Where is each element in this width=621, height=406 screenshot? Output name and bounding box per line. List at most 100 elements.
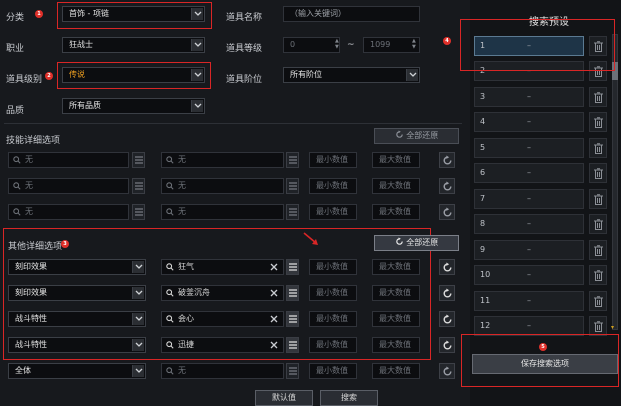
refresh-icon[interactable] (439, 285, 455, 301)
all-max-input[interactable]: 最大数值 (372, 363, 420, 379)
skill-3-min-input[interactable]: 最小数值 (309, 204, 357, 220)
quality-select[interactable]: 所有品质 (62, 98, 205, 114)
trash-icon[interactable] (589, 316, 607, 336)
other-3-min-input[interactable]: 最小数值 (309, 311, 357, 327)
trash-icon[interactable] (589, 214, 607, 234)
preset-row[interactable]: 10– (474, 265, 584, 285)
scroll-down-icon[interactable]: ▾ (611, 324, 614, 331)
dropdown-arrow-icon[interactable] (191, 100, 203, 112)
skill-2-option-input[interactable]: 无 (161, 178, 284, 194)
preset-row[interactable]: 8– (474, 214, 584, 234)
trash-icon[interactable] (589, 138, 607, 158)
skill-3-option-input[interactable]: 无 (161, 204, 284, 220)
skill-3-max-input[interactable]: 最大数值 (372, 204, 420, 220)
dropdown-arrow-icon[interactable] (132, 365, 144, 377)
search-icon (166, 156, 174, 164)
list-icon[interactable] (286, 337, 299, 353)
other-4-name-input[interactable]: 迅捷 (161, 337, 284, 353)
level-min-stepper-icon[interactable]: ▲ ▼ (335, 38, 339, 50)
list-icon[interactable] (132, 178, 145, 194)
all-type-select[interactable]: 全体 (8, 363, 146, 379)
job-select[interactable]: 狂战士 (62, 37, 205, 53)
other-3-max-input[interactable]: 最大数值 (372, 311, 420, 327)
clear-icon[interactable] (270, 263, 278, 271)
trash-icon[interactable] (589, 112, 607, 132)
other-3-type-select[interactable]: 战斗特性 (8, 311, 146, 327)
refresh-icon (395, 237, 403, 245)
refresh-icon[interactable] (439, 204, 455, 220)
skill-1-option-input[interactable]: 无 (161, 152, 284, 168)
preset-row[interactable]: 4– (474, 112, 584, 132)
preset-row[interactable]: 11– (474, 291, 584, 311)
dropdown-arrow-icon[interactable] (132, 339, 144, 351)
preset-row[interactable]: 3– (474, 87, 584, 107)
other-4-min-input[interactable]: 最小数值 (309, 337, 357, 353)
other-reset-all-button[interactable]: 全部还原 (374, 235, 459, 251)
skill-3-input[interactable]: 无 (8, 204, 129, 220)
skill-1-max-input[interactable]: 最大数值 (372, 152, 420, 168)
skill-1-min: 最小数值 (316, 155, 348, 164)
item-name-input[interactable]: （输入关键词） (283, 6, 420, 22)
all-name-input[interactable]: 无 (161, 363, 284, 379)
list-icon[interactable] (286, 152, 299, 168)
all-min-input[interactable]: 最小数值 (309, 363, 357, 379)
refresh-icon[interactable] (439, 259, 455, 275)
other-1-name-input[interactable]: 狂气 (161, 259, 284, 275)
clear-icon[interactable] (270, 289, 278, 297)
other-3-name-input[interactable]: 会心 (161, 311, 284, 327)
skill-1-min-input[interactable]: 最小数值 (309, 152, 357, 168)
refresh-icon[interactable] (439, 311, 455, 327)
trash-icon[interactable] (589, 265, 607, 285)
trash-icon[interactable] (589, 87, 607, 107)
other-2-name-input[interactable]: 破釜沉舟 (161, 285, 284, 301)
dropdown-arrow-icon[interactable] (406, 69, 418, 81)
defaults-button[interactable]: 默认值 (255, 390, 313, 406)
dropdown-arrow-icon[interactable] (132, 313, 144, 325)
dropdown-arrow-icon[interactable] (191, 39, 203, 51)
list-icon[interactable] (132, 152, 145, 168)
tier-select[interactable]: 所有阶位 (283, 67, 420, 83)
dropdown-arrow-icon[interactable] (132, 261, 144, 273)
list-icon[interactable] (286, 259, 299, 275)
trash-icon[interactable] (589, 240, 607, 260)
other-1-type-select[interactable]: 刻印效果 (8, 259, 146, 275)
list-icon[interactable] (286, 311, 299, 327)
refresh-icon[interactable] (439, 337, 455, 353)
skill-2-min-input[interactable]: 最小数值 (309, 178, 357, 194)
trash-icon[interactable] (589, 291, 607, 311)
preset-row[interactable]: 5– (474, 138, 584, 158)
skill-2-max-input[interactable]: 最大数值 (372, 178, 420, 194)
search-icon (13, 182, 21, 190)
search-button[interactable]: 搜索 (320, 390, 378, 406)
other-1-min-input[interactable]: 最小数值 (309, 259, 357, 275)
level-min-input[interactable]: 0 (283, 37, 340, 53)
other-4-type-select[interactable]: 战斗特性 (8, 337, 146, 353)
skill-2-input[interactable]: 无 (8, 178, 129, 194)
trash-icon[interactable] (589, 163, 607, 183)
list-icon[interactable] (286, 178, 299, 194)
preset-row[interactable]: 12– (474, 316, 584, 336)
clear-icon[interactable] (270, 315, 278, 323)
skill-1-input[interactable]: 无 (8, 152, 129, 168)
list-icon[interactable] (286, 363, 299, 379)
preset-row[interactable]: 6– (474, 163, 584, 183)
list-icon[interactable] (286, 204, 299, 220)
refresh-icon[interactable] (439, 363, 455, 379)
skill-reset-all-button[interactable]: 全部还原 (374, 128, 459, 144)
other-4-max-input[interactable]: 最大数值 (372, 337, 420, 353)
list-icon[interactable] (132, 204, 145, 220)
preset-row[interactable]: 9– (474, 240, 584, 260)
trash-icon[interactable] (589, 189, 607, 209)
other-2-min-input[interactable]: 最小数值 (309, 285, 357, 301)
refresh-icon[interactable] (439, 152, 455, 168)
refresh-icon[interactable] (439, 178, 455, 194)
list-icon[interactable] (286, 285, 299, 301)
level-max-stepper-icon[interactable]: ▲ ▼ (412, 38, 416, 50)
clear-icon[interactable] (270, 341, 278, 349)
dropdown-arrow-icon[interactable] (132, 287, 144, 299)
preset-row[interactable]: 7– (474, 189, 584, 209)
preset-value: – (527, 219, 531, 228)
other-1-max-input[interactable]: 最大数值 (372, 259, 420, 275)
other-2-max-input[interactable]: 最大数值 (372, 285, 420, 301)
other-2-type-select[interactable]: 刻印效果 (8, 285, 146, 301)
